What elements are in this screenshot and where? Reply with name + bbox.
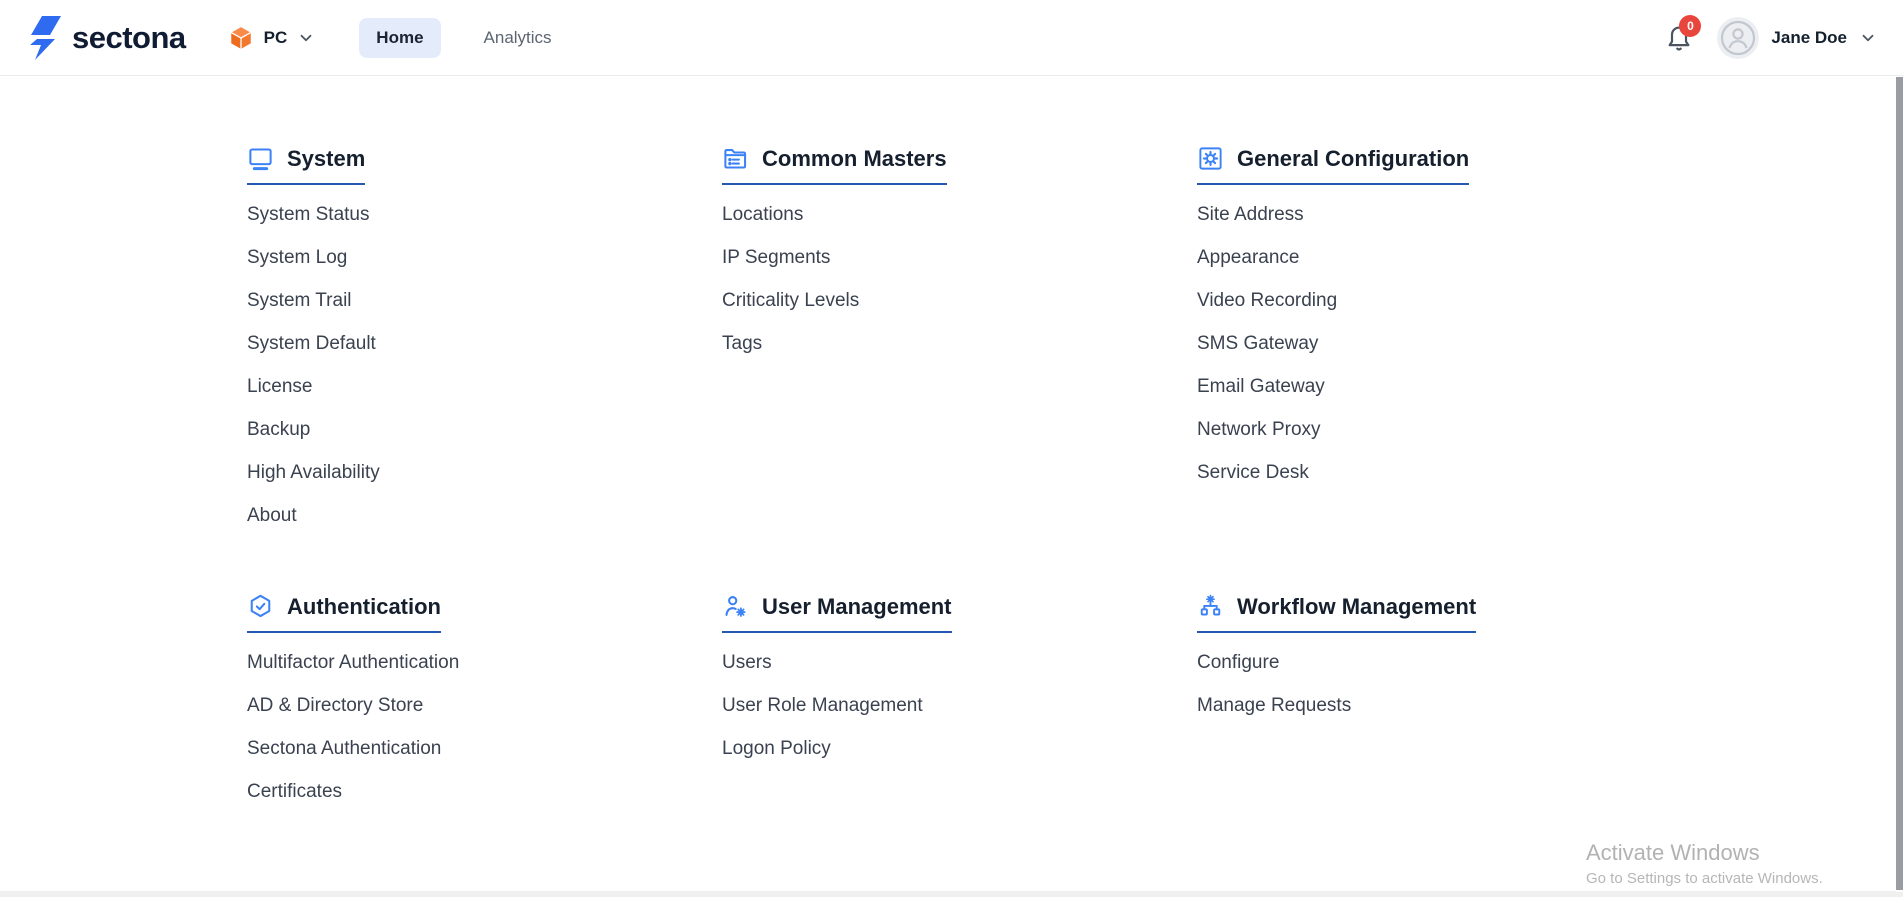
menu-item-site-address[interactable]: Site Address	[1197, 193, 1672, 236]
settings-sections-grid: System System Status System Log System T…	[247, 145, 1672, 813]
menu-item-system-default[interactable]: System Default	[247, 322, 722, 365]
section-system: System System Status System Log System T…	[247, 145, 722, 537]
gear-square-icon	[1197, 145, 1224, 172]
menu-item-user-role-management[interactable]: User Role Management	[722, 684, 1197, 727]
section-header: General Configuration	[1197, 145, 1469, 185]
menu-item-high-availability[interactable]: High Availability	[247, 451, 722, 494]
horizontal-scrollbar[interactable]	[0, 891, 1903, 897]
menu-item-locations[interactable]: Locations	[722, 193, 1197, 236]
chevron-down-icon	[297, 29, 315, 47]
menu-item-network-proxy[interactable]: Network Proxy	[1197, 408, 1672, 451]
brand-logo[interactable]: sectona	[26, 15, 186, 61]
menu-item-system-log[interactable]: System Log	[247, 236, 722, 279]
tab-analytics[interactable]: Analytics	[467, 18, 569, 58]
top-navigation-bar: sectona PC Home Analytics	[0, 0, 1903, 76]
vertical-scrollbar	[1896, 77, 1903, 892]
menu-item-license[interactable]: License	[247, 365, 722, 408]
menu-item-certificates[interactable]: Certificates	[247, 770, 722, 813]
menu-item-email-gateway[interactable]: Email Gateway	[1197, 365, 1672, 408]
vertical-scrollbar-thumb[interactable]	[1896, 77, 1903, 890]
avatar	[1717, 17, 1759, 59]
section-user-management: User Management Users User Role Manageme…	[722, 593, 1197, 770]
watermark-line2: Go to Settings to activate Windows.	[1586, 870, 1823, 887]
workspace-label: PC	[264, 28, 288, 48]
menu-item-system-trail[interactable]: System Trail	[247, 279, 722, 322]
section-header: User Management	[722, 593, 952, 633]
user-name: Jane Doe	[1771, 28, 1847, 48]
section-title: User Management	[762, 594, 952, 620]
menu-item-sectona-authentication[interactable]: Sectona Authentication	[247, 727, 722, 770]
menu-item-video-recording[interactable]: Video Recording	[1197, 279, 1672, 322]
menu-item-users[interactable]: Users	[722, 641, 1197, 684]
brand-name: sectona	[72, 20, 186, 56]
section-authentication: Authentication Multifactor Authenticatio…	[247, 593, 722, 813]
menu-item-criticality-levels[interactable]: Criticality Levels	[722, 279, 1197, 322]
folder-list-icon	[722, 145, 749, 172]
section-common-masters: Common Masters Locations IP Segments Cri…	[722, 145, 1197, 365]
menu-item-system-status[interactable]: System Status	[247, 193, 722, 236]
workspace-selector[interactable]: PC	[228, 25, 316, 51]
menu-item-multifactor-authentication[interactable]: Multifactor Authentication	[247, 641, 722, 684]
main-tabs: Home Analytics	[359, 18, 568, 58]
menu-item-manage-requests[interactable]: Manage Requests	[1197, 684, 1672, 727]
section-header: Authentication	[247, 593, 441, 633]
windows-activation-watermark: Activate Windows Go to Settings to activ…	[1586, 840, 1823, 887]
hexagon-check-icon	[247, 593, 274, 620]
section-workflow-management: Workflow Management Configure Manage Req…	[1197, 593, 1672, 727]
watermark-line1: Activate Windows	[1586, 840, 1823, 866]
user-menu[interactable]: Jane Doe	[1717, 17, 1877, 59]
menu-item-appearance[interactable]: Appearance	[1197, 236, 1672, 279]
menu-item-sms-gateway[interactable]: SMS Gateway	[1197, 322, 1672, 365]
user-gear-icon	[722, 593, 749, 620]
section-title: General Configuration	[1237, 146, 1469, 172]
section-title: Common Masters	[762, 146, 947, 172]
section-header: System	[247, 145, 365, 185]
section-title: Authentication	[287, 594, 441, 620]
section-header: Workflow Management	[1197, 593, 1476, 633]
menu-item-logon-policy[interactable]: Logon Policy	[722, 727, 1197, 770]
section-title: System	[287, 146, 365, 172]
menu-item-ip-segments[interactable]: IP Segments	[722, 236, 1197, 279]
menu-item-ad-directory-store[interactable]: AD & Directory Store	[247, 684, 722, 727]
cube-icon	[228, 25, 254, 51]
menu-item-configure[interactable]: Configure	[1197, 641, 1672, 684]
section-header: Common Masters	[722, 145, 947, 185]
section-general-configuration: General Configuration Site Address Appea…	[1197, 145, 1672, 494]
notifications-button[interactable]: 0	[1665, 21, 1695, 55]
menu-item-tags[interactable]: Tags	[722, 322, 1197, 365]
tab-home[interactable]: Home	[359, 18, 440, 58]
notification-count-badge: 0	[1679, 15, 1701, 37]
section-title: Workflow Management	[1237, 594, 1476, 620]
workflow-icon	[1197, 593, 1224, 620]
menu-item-about[interactable]: About	[247, 494, 722, 537]
lightning-bolt-icon	[26, 15, 62, 61]
chevron-down-icon	[1859, 29, 1877, 47]
menu-item-backup[interactable]: Backup	[247, 408, 722, 451]
monitor-icon	[247, 145, 274, 172]
menu-item-service-desk[interactable]: Service Desk	[1197, 451, 1672, 494]
